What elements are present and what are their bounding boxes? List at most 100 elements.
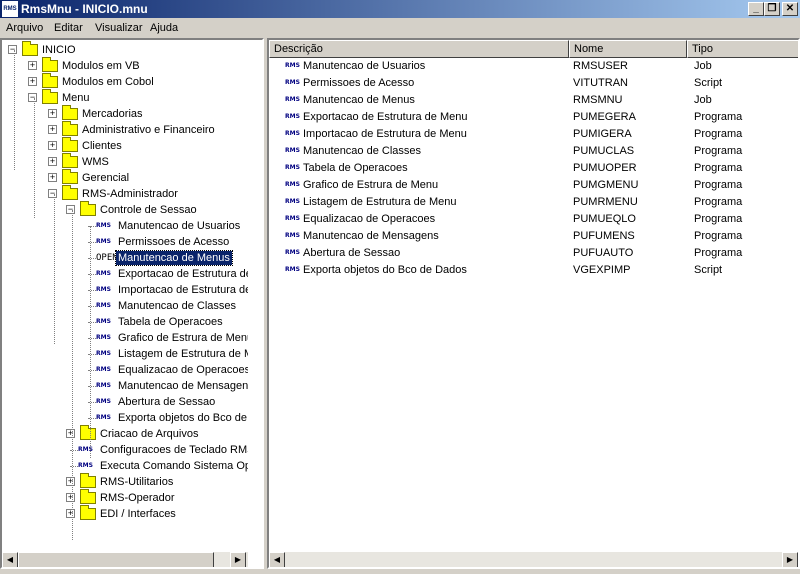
tree-node[interactable]: + Modulos em Cobol: [2, 73, 248, 90]
list-row[interactable]: RMS Listagem de Estrutura de Menu PUMRMENU…: [269, 194, 798, 211]
tree-node-label[interactable]: RMS-Administrador: [80, 187, 180, 201]
tree-node[interactable]: + Modulos em VB: [2, 57, 248, 74]
column-header-tipo[interactable]: Tipo: [687, 40, 798, 58]
tree-node-label[interactable]: Tabela de Operacoes: [116, 315, 225, 329]
tree-node-label[interactable]: Clientes: [80, 139, 124, 153]
tree-node-label[interactable]: RMS-Utilitarios: [98, 475, 175, 489]
expand-icon[interactable]: +: [28, 61, 37, 70]
tree-node-label[interactable]: Abertura de Sessao: [116, 395, 217, 409]
tree-node-label[interactable]: Exportacao de Estrutura de M: [116, 267, 248, 281]
list-row[interactable]: RMS Manutencao de Usuarios RMSUSER Job: [269, 58, 798, 75]
collapse-icon[interactable]: −: [28, 93, 37, 102]
list-row[interactable]: RMS Grafico de Estrura de Menu PUMGMENU Pro…: [269, 177, 798, 194]
expand-icon[interactable]: +: [48, 157, 57, 166]
list-row[interactable]: RMS Exportacao de Estrutura de Menu PUMEGE…: [269, 109, 798, 126]
tree-node-label[interactable]: Manutencao de Usuarios: [116, 219, 242, 233]
tree-node[interactable]: RMS Equalizacao de Operacoes: [2, 362, 248, 378]
tree-hscroll-thumb[interactable]: [18, 552, 214, 567]
list-row[interactable]: RMS Manutencao de Classes PUMUCLAS Programa: [269, 143, 798, 160]
tree-node[interactable]: RMS Listagem de Estrutura de Men: [2, 346, 248, 362]
tree-node-label[interactable]: Grafico de Estrura de Menu: [116, 331, 248, 345]
tree-node[interactable]: RMS Configuracoes de Teclado RMS: [2, 442, 248, 458]
tree-node[interactable]: RMS Tabela de Operacoes: [2, 314, 248, 330]
list-scroll-right-icon[interactable]: ▶: [782, 552, 798, 567]
collapse-icon[interactable]: −: [8, 45, 17, 54]
tree-node[interactable]: + Administrativo e Financeiro: [2, 121, 248, 138]
list-row[interactable]: RMS Tabela de Operacoes PUMUOPER Programa: [269, 160, 798, 177]
tree-node[interactable]: − RMS-Administrador: [2, 185, 248, 202]
list-row[interactable]: RMS Manutencao de Menus RMSMNU Job: [269, 92, 798, 109]
tree-node-label[interactable]: Administrativo e Financeiro: [80, 123, 217, 137]
tree-node[interactable]: RMS Manutencao de Mensagens: [2, 378, 248, 394]
tree-node[interactable]: RMS Exportacao de Estrutura de M: [2, 266, 248, 282]
minimize-button[interactable]: _: [748, 2, 764, 16]
collapse-icon[interactable]: −: [48, 189, 57, 198]
expand-icon[interactable]: +: [48, 173, 57, 182]
tree-node-label[interactable]: Importacao de Estrutura de M: [116, 283, 248, 297]
tree-node[interactable]: RMS Importacao de Estrutura de M: [2, 282, 248, 298]
scroll-right-icon[interactable]: ▶: [230, 552, 246, 567]
tree-node-label[interactable]: Equalizacao de Operacoes: [116, 363, 248, 377]
tree-node-label[interactable]: Listagem de Estrutura de Men: [116, 347, 248, 361]
list-scroll-left-icon[interactable]: ◀: [269, 552, 285, 567]
tree-node-label[interactable]: Gerencial: [80, 171, 131, 185]
tree-node[interactable]: − Menu: [2, 89, 248, 106]
list-row[interactable]: RMS Exporta objetos do Bco de Dados VGEXPI…: [269, 262, 798, 279]
expand-icon[interactable]: +: [66, 429, 75, 438]
tree-node[interactable]: + EDI / Interfaces: [2, 505, 248, 522]
tree-node-label[interactable]: INICIO: [40, 43, 78, 57]
list-hscrollbar[interactable]: ◀ ▶: [269, 552, 798, 567]
tree-node[interactable]: RMS Exporta objetos do Bco de Da: [2, 410, 248, 426]
tree-node-label[interactable]: Menu: [60, 91, 92, 105]
tree-node[interactable]: OPEN Manutencao de Menus: [2, 250, 248, 266]
tree-node-label[interactable]: Modulos em Cobol: [60, 75, 156, 89]
expand-icon[interactable]: +: [66, 493, 75, 502]
tree-node-label[interactable]: EDI / Interfaces: [98, 507, 178, 521]
tree-node[interactable]: + RMS-Operador: [2, 489, 248, 506]
column-header-descricao[interactable]: Descrição: [269, 40, 569, 58]
tree-node-label[interactable]: RMS-Operador: [98, 491, 177, 505]
tree-node[interactable]: − Controle de Sessao: [2, 201, 248, 218]
tree-node[interactable]: RMS Abertura de Sessao: [2, 394, 248, 410]
column-header-nome[interactable]: Nome: [569, 40, 687, 58]
tree-node-label[interactable]: Criacao de Arquivos: [98, 427, 200, 441]
list-row[interactable]: RMS Permissoes de Acesso VITUTRAN Script: [269, 75, 798, 92]
tree-node-label[interactable]: Controle de Sessao: [98, 203, 199, 217]
tree-node[interactable]: + Clientes: [2, 137, 248, 154]
expand-icon[interactable]: +: [28, 77, 37, 86]
menu-editar[interactable]: Editar: [54, 22, 83, 34]
tree-node[interactable]: RMS Grafico de Estrura de Menu: [2, 330, 248, 346]
maximize-button[interactable]: ❐: [764, 2, 780, 16]
close-button[interactable]: ✕: [782, 2, 798, 16]
expand-icon[interactable]: +: [48, 125, 57, 134]
tree-node-label[interactable]: Manutencao de Mensagens: [116, 379, 248, 393]
expand-icon[interactable]: +: [66, 477, 75, 486]
tree-node-label[interactable]: Modulos em VB: [60, 59, 142, 73]
tree-node[interactable]: + RMS-Utilitarios: [2, 473, 248, 490]
tree-node-label[interactable]: Manutencao de Menus: [115, 250, 233, 266]
tree-node[interactable]: RMS Permissoes de Acesso: [2, 234, 248, 250]
tree-node[interactable]: RMS Executa Comando Sistema Operac: [2, 458, 248, 474]
tree-node[interactable]: − INICIO: [2, 41, 248, 58]
collapse-icon[interactable]: −: [66, 205, 75, 214]
tree-node[interactable]: + Criacao de Arquivos: [2, 425, 248, 442]
tree-node-label[interactable]: Executa Comando Sistema Operac: [98, 459, 248, 473]
list-row[interactable]: RMS Importacao de Estrutura de Menu PUMIGE…: [269, 126, 798, 143]
tree-node-label[interactable]: Configuracoes de Teclado RMS: [98, 443, 248, 457]
tree-node-label[interactable]: Permissoes de Acesso: [116, 235, 231, 249]
tree-node-label[interactable]: WMS: [80, 155, 111, 169]
tree-node-label[interactable]: Manutencao de Classes: [116, 299, 238, 313]
tree-node-label[interactable]: Mercadorias: [80, 107, 145, 121]
tree-node[interactable]: + Gerencial: [2, 169, 248, 186]
scroll-left-icon[interactable]: ◀: [2, 552, 18, 567]
expand-icon[interactable]: +: [66, 509, 75, 518]
list-row[interactable]: RMS Abertura de Sessao PUFUAUTO Programa: [269, 245, 798, 262]
list-view[interactable]: Descrição Nome Tipo RMS Manutencao de Usu…: [267, 38, 800, 569]
list-row[interactable]: RMS Manutencao de Mensagens PUFUMENS Progra…: [269, 228, 798, 245]
list-row[interactable]: RMS Equalizacao de Operacoes PUMUEQLO Progr…: [269, 211, 798, 228]
menu-ajuda[interactable]: Ajuda: [150, 22, 178, 34]
tree-hscrollbar[interactable]: ◀ ▶: [2, 552, 248, 567]
expand-icon[interactable]: +: [48, 141, 57, 150]
tree-node[interactable]: + Mercadorias: [2, 105, 248, 122]
menu-visualizar[interactable]: Visualizar: [95, 22, 143, 34]
